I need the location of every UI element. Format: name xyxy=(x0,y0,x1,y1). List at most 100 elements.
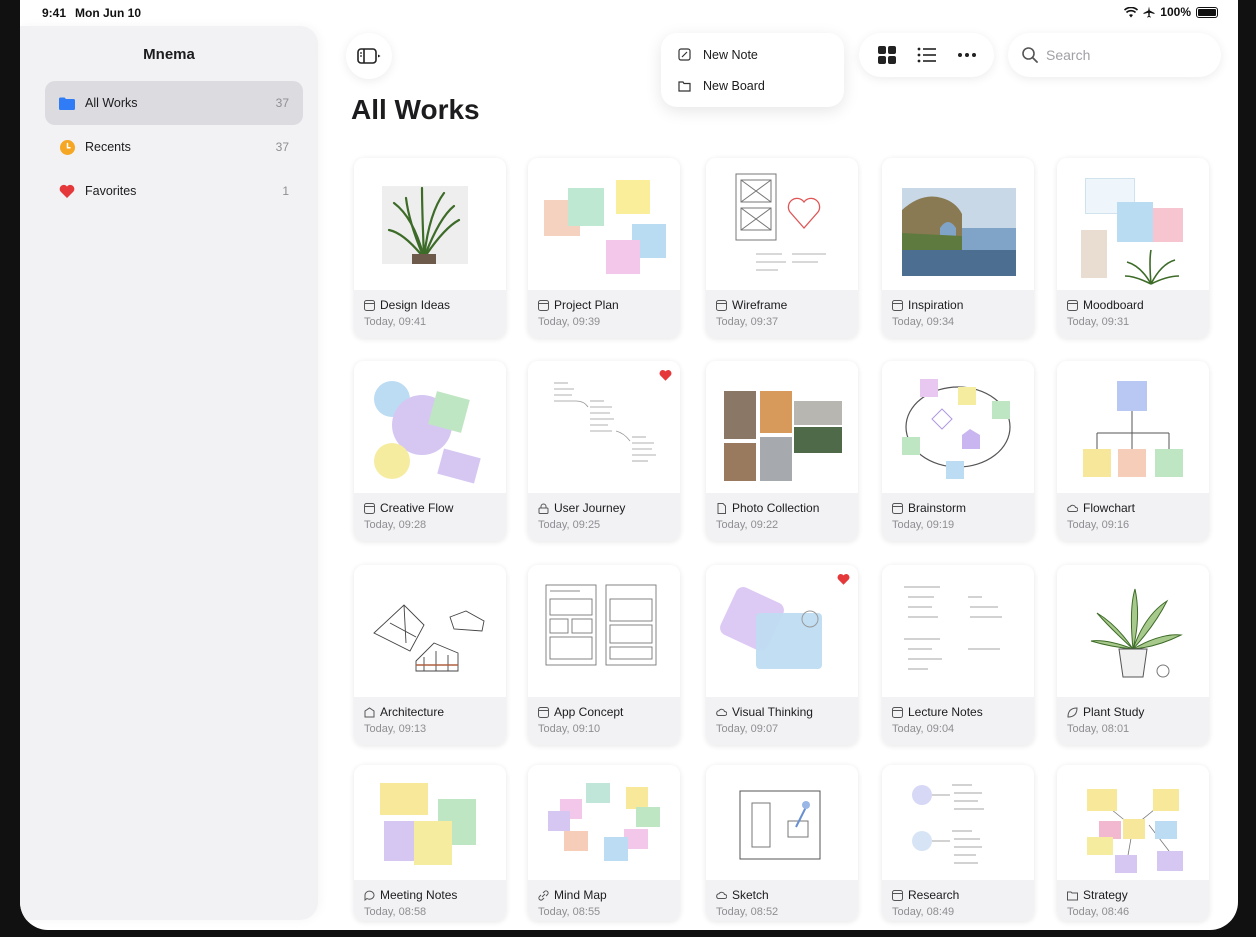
card-thumbnail xyxy=(1057,565,1209,697)
work-card-photo-collection[interactable]: Photo Collection Today, 09:22 xyxy=(706,361,858,541)
sidebar-item-recents[interactable]: Recents 37 xyxy=(45,125,303,169)
card-thumbnail xyxy=(1057,158,1209,290)
new-board-label: New Board xyxy=(703,78,765,93)
folder-icon xyxy=(1067,891,1078,900)
card-time: Today, 09:13 xyxy=(364,723,427,735)
cloud-icon xyxy=(716,891,727,899)
chat-icon xyxy=(364,890,375,901)
page-icon xyxy=(717,502,726,514)
board-icon xyxy=(892,706,903,718)
status-bar: 9:41 Mon Jun 10 100% xyxy=(0,0,1256,26)
link-icon xyxy=(538,889,549,901)
sidebar-item-label: Recents xyxy=(85,140,131,154)
sidebar-toggle-button[interactable] xyxy=(346,33,392,79)
building-icon xyxy=(364,706,375,717)
card-time: Today, 09:25 xyxy=(538,519,601,531)
work-card-creative-flow[interactable]: Creative Flow Today, 09:28 xyxy=(354,361,506,541)
sidebar-item-label: Favorites xyxy=(85,184,137,198)
work-card-research[interactable]: Research Today, 08:49 xyxy=(882,765,1034,921)
card-thumbnail xyxy=(1057,765,1209,880)
sidebar-item-count: 1 xyxy=(282,184,289,198)
list-view-icon[interactable] xyxy=(917,47,937,63)
status-right: 100% xyxy=(1124,5,1218,19)
card-time: Today, 09:41 xyxy=(364,316,427,328)
card-thumbnail xyxy=(882,765,1034,880)
cloud-icon xyxy=(716,708,727,716)
work-card-wireframe[interactable]: Wireframe Today, 09:37 xyxy=(706,158,858,338)
search-field[interactable] xyxy=(1008,33,1221,77)
work-card-flowchart[interactable]: Flowchart Today, 09:16 xyxy=(1057,361,1209,541)
card-title: Mind Map xyxy=(538,888,670,902)
card-thumbnail xyxy=(1057,361,1209,493)
wifi-icon xyxy=(1124,6,1139,17)
card-title: Brainstorm xyxy=(892,501,1024,515)
card-time: Today, 08:01 xyxy=(1067,723,1130,735)
new-note-menu-item[interactable]: New Note xyxy=(661,39,844,70)
more-icon[interactable] xyxy=(957,53,976,57)
board-icon xyxy=(892,502,903,514)
card-title: Research xyxy=(892,888,1024,902)
work-card-app-concept[interactable]: App Concept Today, 09:10 xyxy=(528,565,680,745)
sidebar-item-count: 37 xyxy=(275,140,289,154)
card-thumbnail xyxy=(706,765,858,880)
work-card-brainstorm[interactable]: Brainstorm Today, 09:19 xyxy=(882,361,1034,541)
new-board-menu-item[interactable]: New Board xyxy=(661,70,844,101)
card-title: Strategy xyxy=(1067,888,1199,902)
card-time: Today, 08:55 xyxy=(538,906,601,918)
airplane-icon xyxy=(1143,6,1155,18)
card-time: Today, 09:04 xyxy=(892,723,955,735)
app-window: Mnema All Works 37 Recents 37 Favorites … xyxy=(20,0,1238,930)
folder-icon xyxy=(59,95,75,111)
card-thumbnail xyxy=(528,158,680,290)
work-card-user-journey[interactable]: User Journey Today, 09:25 xyxy=(528,361,680,541)
card-time: Today, 09:16 xyxy=(1067,519,1130,531)
favorite-heart-icon xyxy=(659,370,672,381)
sidebar-toggle-icon xyxy=(357,48,381,64)
board-icon xyxy=(538,299,549,311)
card-thumbnail xyxy=(706,158,858,290)
card-time: Today, 09:19 xyxy=(892,519,955,531)
card-title: Inspiration xyxy=(892,298,1024,312)
work-card-project-plan[interactable]: Project Plan Today, 09:39 xyxy=(528,158,680,338)
lock-icon xyxy=(538,503,549,514)
board-icon xyxy=(1067,299,1078,311)
work-card-strategy[interactable]: Strategy Today, 08:46 xyxy=(1057,765,1209,921)
sidebar-item-all-works[interactable]: All Works 37 xyxy=(45,81,303,125)
card-title: Plant Study xyxy=(1067,705,1199,719)
card-time: Today, 09:28 xyxy=(364,519,427,531)
work-card-lecture-notes[interactable]: Lecture Notes Today, 09:04 xyxy=(882,565,1034,745)
card-time: Today, 09:10 xyxy=(538,723,601,735)
new-note-label: New Note xyxy=(703,47,758,62)
card-time: Today, 09:39 xyxy=(538,316,601,328)
board-icon xyxy=(538,706,549,718)
search-input[interactable] xyxy=(1046,47,1206,63)
work-card-moodboard[interactable]: Moodboard Today, 09:31 xyxy=(1057,158,1209,338)
sidebar-item-favorites[interactable]: Favorites 1 xyxy=(45,169,303,213)
clock-icon xyxy=(59,139,75,155)
work-card-meeting-notes[interactable]: Meeting Notes Today, 08:58 xyxy=(354,765,506,921)
work-card-plant-study[interactable]: Plant Study Today, 08:01 xyxy=(1057,565,1209,745)
sidebar-item-count: 37 xyxy=(275,96,289,110)
card-title: Wireframe xyxy=(716,298,848,312)
card-title: Architecture xyxy=(364,705,496,719)
work-card-visual-thinking[interactable]: Visual Thinking Today, 09:07 xyxy=(706,565,858,745)
card-time: Today, 09:31 xyxy=(1067,316,1130,328)
grid-view-icon[interactable] xyxy=(877,46,896,64)
board-icon xyxy=(364,299,375,311)
card-thumbnail xyxy=(882,158,1034,290)
card-title: App Concept xyxy=(538,705,670,719)
card-title: Visual Thinking xyxy=(716,705,848,719)
card-title: Lecture Notes xyxy=(892,705,1024,719)
page-title: All Works xyxy=(351,94,480,125)
work-card-design-ideas[interactable]: Design Ideas Today, 09:41 xyxy=(354,158,506,338)
work-card-mind-map[interactable]: Mind Map Today, 08:55 xyxy=(528,765,680,921)
card-title: Design Ideas xyxy=(364,298,496,312)
work-card-architecture[interactable]: Architecture Today, 09:13 xyxy=(354,565,506,745)
work-card-inspiration[interactable]: Inspiration Today, 09:34 xyxy=(882,158,1034,338)
card-thumbnail xyxy=(354,565,506,697)
work-card-sketch[interactable]: Sketch Today, 08:52 xyxy=(706,765,858,921)
card-thumbnail xyxy=(354,158,506,290)
card-thumbnail xyxy=(354,361,506,493)
new-item-menu: New Note New Board xyxy=(661,33,844,107)
card-title: Sketch xyxy=(716,888,848,902)
